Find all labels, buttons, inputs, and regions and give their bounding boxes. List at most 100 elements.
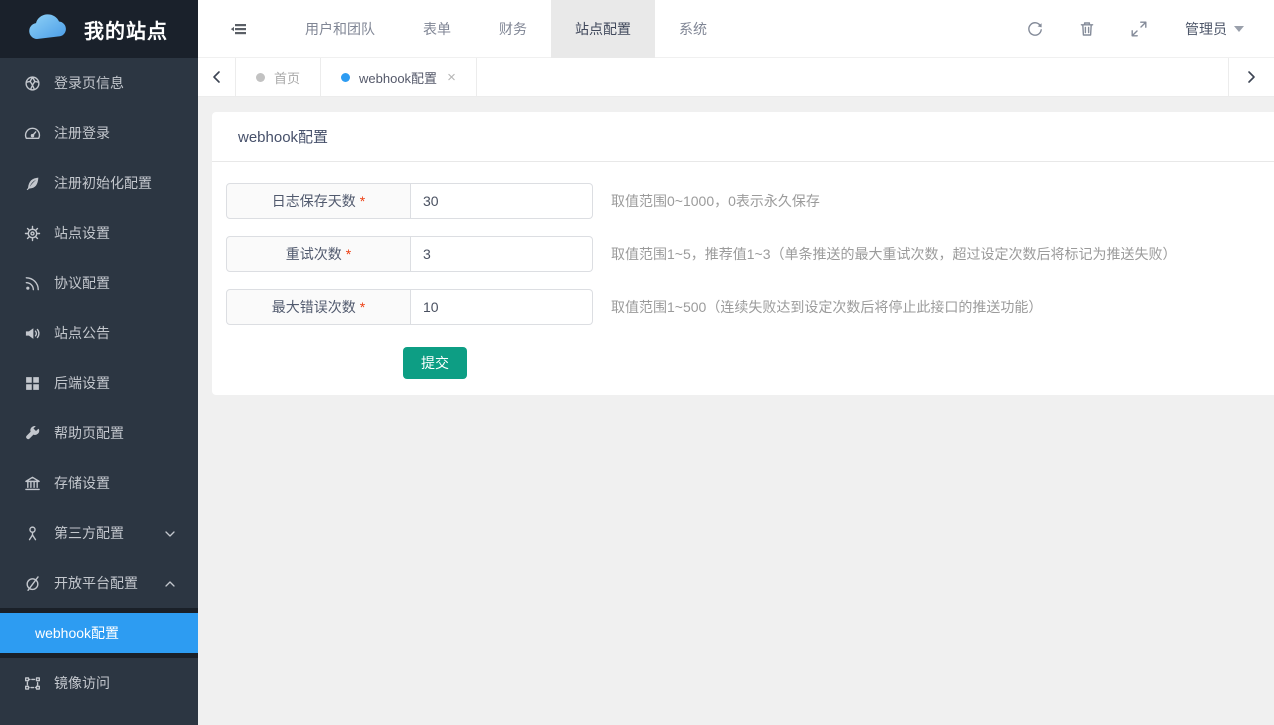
pen-icon	[24, 175, 41, 192]
field-label: 日志保存天数 *	[226, 183, 411, 219]
sidebar-item-webhook-config[interactable]: webhook配置	[0, 613, 198, 653]
webhook-config-card: webhook配置 日志保存天数 * 取值范围0~1000，0表示永久保存 重试…	[212, 112, 1274, 395]
sidebar-item-label: 站点公告	[54, 323, 176, 343]
page-tab-label: webhook配置	[359, 68, 437, 87]
sidebar-item-open-platform-config[interactable]: 开放平台配置	[0, 558, 198, 608]
tab-system[interactable]: 系统	[655, 0, 731, 58]
sidebar-item-login-page-info[interactable]: 登录页信息	[0, 58, 198, 108]
tab-status-dot	[341, 73, 350, 82]
field-label-text: 重试次数	[286, 244, 342, 264]
tab-label: 系统	[679, 19, 707, 39]
submit-button[interactable]: 提交	[403, 347, 467, 379]
sidebar-item-backend-settings[interactable]: 后端设置	[0, 358, 198, 408]
header-nav-tabs: 用户和团队 表单 财务 站点配置 系统	[281, 0, 731, 58]
field-label: 重试次数 *	[226, 236, 411, 272]
menu-fold-icon[interactable]	[230, 21, 247, 37]
header-actions: 管理员	[993, 19, 1274, 39]
sidebar-item-label: 第三方配置	[54, 523, 164, 543]
field-label: 最大错误次数 *	[226, 289, 411, 325]
speaker-icon	[24, 325, 41, 342]
log-retention-days-input[interactable]	[411, 183, 593, 219]
refresh-icon[interactable]	[1025, 19, 1045, 39]
card-title: webhook配置	[212, 112, 1274, 162]
dashboard-icon	[24, 125, 41, 142]
page-tab-home[interactable]: 首页	[236, 58, 321, 96]
tabbar-scroll-right-icon[interactable]	[1228, 58, 1274, 96]
sidebar-item-label: 协议配置	[54, 273, 176, 293]
circle-slash-icon	[24, 575, 41, 592]
trash-icon[interactable]	[1077, 19, 1097, 39]
sidebar-item-label: 镜像访问	[54, 673, 176, 693]
tab-label: 表单	[423, 19, 451, 39]
required-mark: *	[360, 299, 365, 315]
field-label-text: 最大错误次数	[272, 297, 356, 317]
site-title: 我的站点	[84, 15, 168, 44]
sidebar-item-register-login[interactable]: 注册登录	[0, 108, 198, 158]
tab-label: 财务	[499, 19, 527, 39]
field-hint: 取值范围1~500（连续失败达到设定次数后将停止此接口的推送功能）	[611, 297, 1042, 317]
page-tabbar: 首页 webhook配置 ×	[198, 58, 1274, 97]
caret-down-icon	[1234, 26, 1244, 32]
submit-row: 提交	[403, 347, 1274, 379]
logo: 我的站点	[0, 0, 198, 58]
tabbar-scroll-left-icon[interactable]	[198, 58, 236, 96]
retry-count-input[interactable]	[411, 236, 593, 272]
sidebar-item-help-page-config[interactable]: 帮助页配置	[0, 408, 198, 458]
tab-finance[interactable]: 财务	[475, 0, 551, 58]
sidebar-item-site-announcement[interactable]: 站点公告	[0, 308, 198, 358]
tab-label: 用户和团队	[305, 19, 375, 39]
grid-icon	[24, 375, 41, 392]
sidebar-item-third-party-config[interactable]: 第三方配置	[0, 508, 198, 558]
globe-icon	[24, 75, 41, 92]
mirror-icon	[24, 675, 41, 692]
content-area: webhook配置 日志保存天数 * 取值范围0~1000，0表示永久保存 重试…	[198, 97, 1274, 725]
top-header: 用户和团队 表单 财务 站点配置 系统 管理员	[198, 0, 1274, 58]
sidebar: 我的站点 登录页信息 注册登录 注册初始化配置 站点设置	[0, 0, 198, 725]
sidebar-item-label: 后端设置	[54, 373, 176, 393]
page-tab-label: 首页	[274, 68, 300, 87]
rss-icon	[24, 275, 41, 292]
submenu-item-label: webhook配置	[35, 623, 119, 643]
fullscreen-icon[interactable]	[1129, 19, 1149, 39]
sidebar-item-label: 存储设置	[54, 473, 176, 493]
sidebar-item-storage-settings[interactable]: 存储设置	[0, 458, 198, 508]
close-icon[interactable]: ×	[447, 70, 456, 85]
user-name: 管理员	[1185, 19, 1227, 39]
sidebar-item-mirror-access[interactable]: 镜像访问	[0, 658, 198, 708]
form-row-max-error-count: 最大错误次数 * 取值范围1~500（连续失败达到设定次数后将停止此接口的推送功…	[226, 289, 1274, 325]
sidebar-item-label: 帮助页配置	[54, 423, 176, 443]
sidebar-item-register-init-config[interactable]: 注册初始化配置	[0, 158, 198, 208]
form-row-log-retention-days: 日志保存天数 * 取值范围0~1000，0表示永久保存	[226, 183, 1274, 219]
sidebar-item-site-settings[interactable]: 站点设置	[0, 208, 198, 258]
chevron-up-icon	[164, 577, 176, 589]
wrench-icon	[24, 425, 41, 442]
sidebar-item-label: 站点设置	[54, 223, 176, 243]
form-row-retry-count: 重试次数 * 取值范围1~5，推荐值1~3（单条推送的最大重试次数，超过设定次数…	[226, 236, 1274, 272]
gear-icon	[24, 225, 41, 242]
field-label-text: 日志保存天数	[272, 191, 356, 211]
required-mark: *	[346, 246, 351, 262]
sidebar-item-label: 开放平台配置	[54, 573, 164, 593]
sidebar-item-label: 注册初始化配置	[54, 173, 176, 193]
required-mark: *	[360, 193, 365, 209]
tab-status-dot	[256, 73, 265, 82]
user-menu[interactable]: 管理员	[1185, 19, 1244, 39]
field-hint: 取值范围1~5，推荐值1~3（单条推送的最大重试次数，超过设定次数后将标记为推送…	[611, 244, 1177, 264]
tab-label: 站点配置	[575, 19, 631, 39]
person-icon	[24, 525, 41, 542]
field-hint: 取值范围0~1000，0表示永久保存	[611, 191, 820, 211]
tab-users-and-teams[interactable]: 用户和团队	[281, 0, 399, 58]
page-tab-webhook-config[interactable]: webhook配置 ×	[321, 58, 477, 96]
sidebar-item-protocol-config[interactable]: 协议配置	[0, 258, 198, 308]
app-root: 我的站点 登录页信息 注册登录 注册初始化配置 站点设置	[0, 0, 1274, 725]
cloud-icon	[26, 11, 70, 48]
sidebar-item-label: 注册登录	[54, 123, 176, 143]
tab-forms[interactable]: 表单	[399, 0, 475, 58]
sidebar-item-label: 登录页信息	[54, 73, 176, 93]
webhook-form: 日志保存天数 * 取值范围0~1000，0表示永久保存 重试次数 * 取值范围1…	[212, 162, 1274, 379]
max-error-count-input[interactable]	[411, 289, 593, 325]
bank-icon	[24, 475, 41, 492]
chevron-down-icon	[164, 527, 176, 539]
open-platform-submenu: webhook配置	[0, 608, 198, 658]
tab-site-config[interactable]: 站点配置	[551, 0, 655, 58]
